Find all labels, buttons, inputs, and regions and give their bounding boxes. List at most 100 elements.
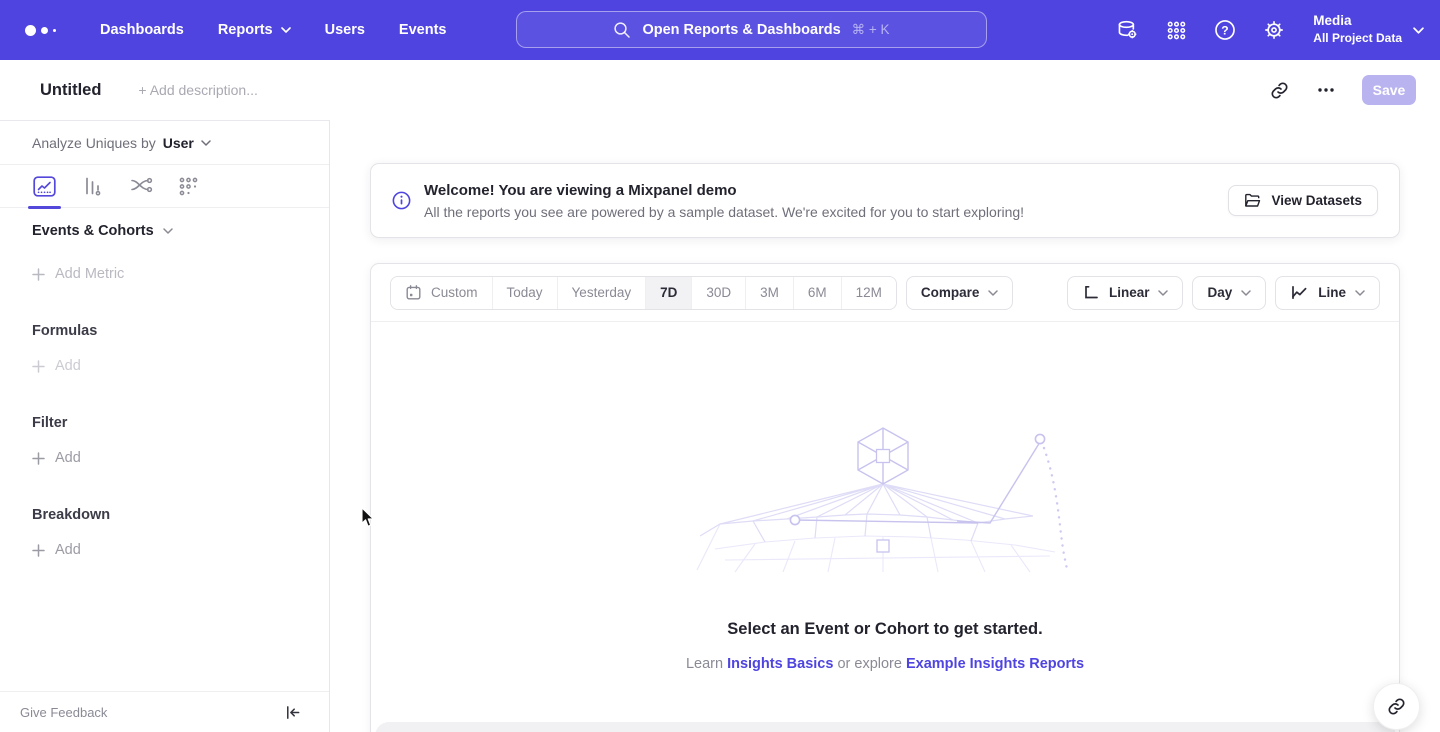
- chevron-down-icon: [1158, 290, 1168, 296]
- date-range-yesterday[interactable]: Yesterday: [558, 277, 647, 309]
- report-header-actions: Save: [1268, 75, 1416, 105]
- folder-icon: [1244, 193, 1261, 208]
- scale-dropdown[interactable]: Linear: [1067, 276, 1184, 310]
- granularity-label: Day: [1207, 285, 1232, 300]
- chevron-down-icon: [1355, 290, 1365, 296]
- add-formula-label: Add: [55, 358, 81, 374]
- chart-type-dropdown[interactable]: Line: [1275, 276, 1380, 310]
- breakdown-section-title: Breakdown: [32, 507, 329, 523]
- sidebar-footer: Give Feedback: [0, 691, 329, 732]
- nav-events-label: Events: [399, 22, 447, 38]
- top-nav-right: ? Media All Project Data: [1115, 0, 1424, 60]
- retention-dots-tab[interactable]: [175, 165, 202, 208]
- project-name: Media: [1313, 13, 1402, 30]
- compare-dropdown[interactable]: Compare: [906, 276, 1014, 310]
- nav-dashboards[interactable]: Dashboards: [100, 22, 184, 38]
- date-range-6m[interactable]: 6M: [794, 277, 842, 309]
- svg-text:?: ?: [1222, 23, 1229, 37]
- chevron-down-icon: [281, 27, 291, 33]
- date-range-12m[interactable]: 12M: [842, 277, 896, 309]
- granularity-dropdown[interactable]: Day: [1192, 276, 1266, 310]
- add-metric-button[interactable]: Add Metric: [32, 266, 329, 282]
- nav-events[interactable]: Events: [399, 22, 447, 38]
- bottom-panel-edge[interactable]: [375, 722, 1396, 732]
- banner-subtitle: All the reports you see are powered by a…: [424, 204, 1024, 220]
- scale-label: Linear: [1109, 285, 1150, 300]
- nav-reports[interactable]: Reports: [218, 22, 291, 38]
- primary-nav: Dashboards Reports Users Events: [100, 22, 446, 38]
- add-breakdown-button[interactable]: Add: [32, 542, 329, 558]
- analyze-uniques-row: Analyze Uniques by User: [0, 121, 329, 165]
- content-layout: Analyze Uniques by User Events & Cohorts: [0, 120, 1440, 732]
- save-button[interactable]: Save: [1362, 75, 1416, 105]
- chevron-down-icon: [163, 228, 173, 234]
- collapse-sidebar-icon[interactable]: [284, 704, 301, 721]
- add-metric-label: Add Metric: [55, 266, 124, 282]
- add-filter-label: Add: [55, 450, 81, 466]
- search-placeholder: Open Reports & Dashboards: [642, 22, 840, 38]
- share-link-fab[interactable]: [1373, 683, 1420, 730]
- events-cohorts-label: Events & Cohorts: [32, 223, 154, 239]
- search-icon: [613, 21, 631, 39]
- plus-icon: [32, 544, 45, 557]
- empty-state: Select an Event or Cohort to get started…: [371, 424, 1399, 672]
- empty-state-links: Learn Insights Basics or explore Example…: [686, 656, 1084, 672]
- chevron-down-icon: [1241, 290, 1251, 296]
- help-icon[interactable]: ?: [1213, 18, 1237, 42]
- example-insights-reports-link[interactable]: Example Insights Reports: [906, 656, 1084, 672]
- empty-state-title: Select an Event or Cohort to get started…: [727, 620, 1042, 639]
- date-range-3m[interactable]: 3M: [746, 277, 794, 309]
- nav-dashboards-label: Dashboards: [100, 22, 184, 38]
- analyze-prefix-label: Analyze Uniques by: [32, 135, 156, 151]
- date-range-30d[interactable]: 30D: [692, 277, 746, 309]
- add-breakdown-label: Add: [55, 542, 81, 558]
- view-datasets-label: View Datasets: [1271, 193, 1362, 208]
- filter-section-title: Filter: [32, 415, 329, 431]
- insights-basics-link[interactable]: Insights Basics: [727, 656, 833, 672]
- calendar-icon: [405, 284, 422, 301]
- project-info: Media All Project Data: [1313, 13, 1402, 46]
- date-range-today[interactable]: Today: [493, 277, 558, 309]
- learn-prefix: Learn: [686, 656, 723, 672]
- report-title[interactable]: Untitled: [40, 81, 101, 100]
- more-icon[interactable]: [1315, 79, 1337, 101]
- demo-welcome-banner: Welcome! You are viewing a Mixpanel demo…: [370, 163, 1400, 238]
- date-range-segmented-control: Custom Today Yesterday 7D 30D 3M 6M 12M: [390, 276, 897, 310]
- flows-tab[interactable]: [127, 165, 154, 208]
- global-search[interactable]: Open Reports & Dashboards ⌘ + K: [516, 11, 987, 48]
- give-feedback-link[interactable]: Give Feedback: [20, 705, 107, 720]
- chart-display-controls: Linear Day Line: [1067, 276, 1380, 310]
- apps-grid-icon[interactable]: [1164, 18, 1188, 42]
- empty-state-illustration: [695, 424, 1075, 576]
- linear-axes-icon: [1082, 284, 1100, 301]
- date-range-custom[interactable]: Custom: [391, 277, 493, 309]
- chart-toolbar: Custom Today Yesterday 7D 30D 3M 6M 12M …: [371, 264, 1399, 322]
- data-management-icon[interactable]: [1115, 18, 1139, 42]
- add-formula-button[interactable]: Add: [32, 358, 329, 374]
- banner-text: Welcome! You are viewing a Mixpanel demo…: [424, 182, 1024, 220]
- report-description-placeholder[interactable]: + Add description...: [138, 82, 257, 98]
- mixpanel-logo[interactable]: [25, 25, 67, 36]
- insights-line-tab[interactable]: [31, 165, 58, 208]
- add-filter-button[interactable]: Add: [32, 450, 329, 466]
- plus-icon: [32, 268, 45, 281]
- copy-link-icon[interactable]: [1268, 79, 1290, 101]
- query-builder-sidebar: Analyze Uniques by User Events & Cohorts: [0, 120, 330, 732]
- search-shortcut: ⌘ + K: [852, 22, 890, 38]
- project-selector[interactable]: Media All Project Data: [1313, 13, 1424, 46]
- analyze-value-dropdown[interactable]: User: [163, 135, 211, 151]
- events-cohorts-section-header[interactable]: Events & Cohorts: [32, 223, 329, 239]
- funnels-bars-tab[interactable]: [79, 165, 106, 208]
- metric-type-tabs: [0, 165, 329, 208]
- plus-icon: [32, 452, 45, 465]
- link-icon: [1387, 697, 1406, 716]
- insights-chart-card: Custom Today Yesterday 7D 30D 3M 6M 12M …: [370, 263, 1400, 732]
- nav-users[interactable]: Users: [325, 22, 365, 38]
- chart-type-label: Line: [1318, 285, 1346, 300]
- date-range-7d[interactable]: 7D: [646, 277, 692, 309]
- compare-label: Compare: [921, 285, 980, 300]
- view-datasets-button[interactable]: View Datasets: [1228, 185, 1378, 216]
- banner-title: Welcome! You are viewing a Mixpanel demo: [424, 182, 1024, 199]
- chevron-down-icon: [988, 290, 998, 296]
- settings-icon[interactable]: [1262, 18, 1286, 42]
